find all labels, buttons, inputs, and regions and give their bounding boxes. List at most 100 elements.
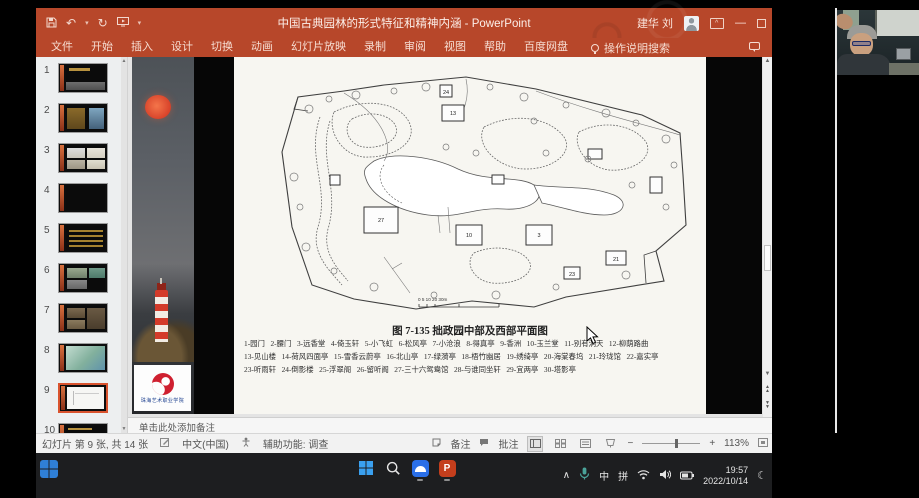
restore-button[interactable] — [757, 19, 766, 28]
slide-canvas[interactable]: 珠海艺术职业学院 — [132, 57, 762, 414]
thumbnail-slide-8[interactable]: 8 — [36, 343, 128, 379]
plan-legend-line-2: 13-见山楼 14-荷风四面亭 15-雪香云蔚亭 16-北山亭 17-绿漪亭 1… — [244, 351, 700, 363]
garden-plan-drawing: 27 10 3 13 24 21 23 — [234, 57, 706, 319]
slide-number: 6 — [44, 265, 50, 276]
tab-view[interactable]: 视图 — [435, 38, 475, 57]
scroll-down-icon[interactable]: ▼ — [121, 426, 127, 432]
statusbar-right: 备注 批注 − + 113% — [432, 436, 772, 452]
thumbnail-slide-3[interactable]: 3 — [36, 143, 128, 179]
zoom-slider-thumb[interactable] — [675, 439, 678, 448]
accessibility-status[interactable]: 辅助功能: 调查 — [263, 436, 329, 451]
comments-toggle[interactable]: 批注 — [498, 436, 518, 451]
thumbnail-scrollbar[interactable]: ▲▼ — [121, 57, 127, 433]
tab-slideshow[interactable]: 幻灯片放映 — [282, 38, 355, 57]
start-button[interactable] — [357, 459, 375, 477]
slide-edit-pane: 珠海艺术职业学院 — [128, 57, 772, 433]
figure-caption: 图 7-135 拙政园中部及西部平面图 — [234, 323, 706, 338]
tab-animations[interactable]: 动画 — [242, 38, 282, 57]
tab-help[interactable]: 帮助 — [475, 38, 515, 57]
ribbon-tab-row: 文件 开始 插入 设计 切换 动画 幻灯片放映 录制 审阅 视图 帮助 百度网盘… — [36, 38, 772, 57]
slide-scrollbar[interactable]: ▲ ▼ ▲▲ ▼▼ — [763, 57, 772, 417]
thumbnail-slide-4[interactable]: 4 — [36, 183, 128, 219]
school-logo-caption: 珠海艺术职业学院 — [141, 397, 184, 404]
tab-file[interactable]: 文件 — [42, 38, 82, 57]
slide-number: 1 — [44, 65, 50, 76]
next-slide-button[interactable]: ▼▼ — [763, 401, 772, 409]
reading-view-button[interactable] — [577, 436, 593, 452]
speaker-icon[interactable] — [659, 467, 671, 485]
tab-design[interactable]: 设计 — [162, 38, 202, 57]
plan-legend-line-3: 23-听雨轩 24-倒影楼 25-浮翠阁 26-留听阁 27-三十六鸳鸯馆 28… — [244, 364, 700, 376]
thumbnail-slide-5[interactable]: 5 — [36, 223, 128, 259]
fit-slide-icon[interactable] — [758, 438, 768, 450]
scroll-up-icon[interactable]: ▲ — [121, 58, 127, 64]
tab-record[interactable]: 录制 — [355, 38, 395, 57]
zoom-slider[interactable] — [642, 443, 700, 444]
plan-number-10: 10 — [466, 233, 472, 239]
statusbar-left: 幻灯片 第 9 张, 共 14 张 中文(中国) 辅助功能: 调查 — [36, 436, 328, 451]
powerpoint-app-button[interactable]: P — [438, 459, 456, 477]
minimize-button[interactable]: — — [735, 17, 746, 29]
account-name[interactable]: 建华 刘 — [637, 15, 673, 31]
plan-number-23: 23 — [569, 272, 575, 278]
garden-plan-figure[interactable]: 27 10 3 13 24 21 23 — [234, 57, 706, 414]
tray-chevron-icon[interactable]: ∧ — [563, 470, 570, 481]
accessibility-icon — [241, 437, 251, 450]
tab-insert[interactable]: 插入 — [122, 38, 162, 57]
battery-icon[interactable] — [680, 467, 694, 485]
background-cabinets — [875, 10, 919, 36]
scrollbar-thumb[interactable] — [764, 245, 771, 271]
participant-video[interactable] — [837, 10, 919, 75]
microphone-icon[interactable] — [579, 467, 590, 485]
taskbar-clock[interactable]: 19:57 2022/10/14 — [703, 465, 748, 487]
thumbnail-slide-9-selected[interactable]: 9 — [36, 383, 128, 419]
slide-photo-strip: 珠海艺术职业学院 — [132, 57, 194, 414]
plan-number-21: 21 — [613, 257, 619, 263]
participant-jacket — [837, 54, 891, 75]
workspace: 1 2 3 4 5 6 7 8 9 10 ▲▼ — [36, 57, 772, 433]
thumbnail-slide-6[interactable]: 6 — [36, 263, 128, 299]
ribbon-display-options-icon[interactable] — [710, 18, 724, 29]
ime-mode-indicator[interactable]: 拼 — [618, 468, 628, 483]
thumbnail-slide-1[interactable]: 1 — [36, 63, 128, 99]
thumbnail-slide-2[interactable]: 2 — [36, 103, 128, 139]
zoom-in-button[interactable]: + — [709, 438, 715, 449]
zoom-out-button[interactable]: − — [627, 438, 633, 449]
normal-view-button[interactable] — [527, 436, 543, 452]
tell-me-search[interactable]: 操作说明搜索 — [591, 40, 670, 56]
running-indicator — [417, 479, 423, 481]
previous-slide-button[interactable]: ▲▲ — [763, 385, 772, 393]
ime-language-indicator[interactable]: 中 — [599, 468, 609, 483]
scroll-down-arrow-icon[interactable]: ▼ — [763, 371, 772, 377]
language-indicator[interactable]: 中文(中国) — [182, 436, 229, 451]
clock-date: 2022/10/14 — [703, 476, 748, 487]
window-title-text: 中国古典园林的形式特征和精神内涵 - PowerPoint — [277, 15, 530, 31]
comments-icon[interactable] — [749, 42, 760, 50]
account-avatar[interactable] — [684, 16, 699, 31]
slide-sorter-view-button[interactable] — [552, 436, 568, 452]
tab-transitions[interactable]: 切换 — [202, 38, 242, 57]
slide-number: 7 — [44, 305, 50, 316]
notes-icon — [432, 438, 441, 450]
notes-toggle[interactable]: 备注 — [450, 436, 470, 451]
notes-panel[interactable]: 单击此处添加备注 — [128, 417, 772, 433]
scroll-up-arrow-icon[interactable]: ▲ — [763, 58, 772, 64]
meeting-app-icon — [412, 460, 429, 477]
thumbnail-slide-10[interactable]: 10 — [36, 423, 128, 433]
slideshow-view-button[interactable] — [602, 436, 618, 452]
wifi-icon[interactable] — [637, 467, 650, 485]
thumbnail-slide-7[interactable]: 7 — [36, 303, 128, 339]
lightbulb-icon — [591, 44, 599, 52]
powerpoint-app-icon: P — [439, 460, 456, 477]
meeting-app-button[interactable] — [411, 459, 429, 477]
sunset-sun — [145, 95, 171, 119]
focus-assist-moon-icon[interactable]: ☾ — [757, 469, 767, 482]
taskbar-widgets-icon[interactable] — [40, 460, 58, 478]
tab-baidu-netdisk[interactable]: 百度网盘 — [515, 38, 577, 57]
pen-icon[interactable] — [160, 437, 170, 450]
tab-home[interactable]: 开始 — [82, 38, 122, 57]
tab-review[interactable]: 审阅 — [395, 38, 435, 57]
zoom-level[interactable]: 113% — [724, 438, 749, 449]
search-button[interactable] — [384, 459, 402, 477]
mouse-cursor — [586, 326, 599, 350]
